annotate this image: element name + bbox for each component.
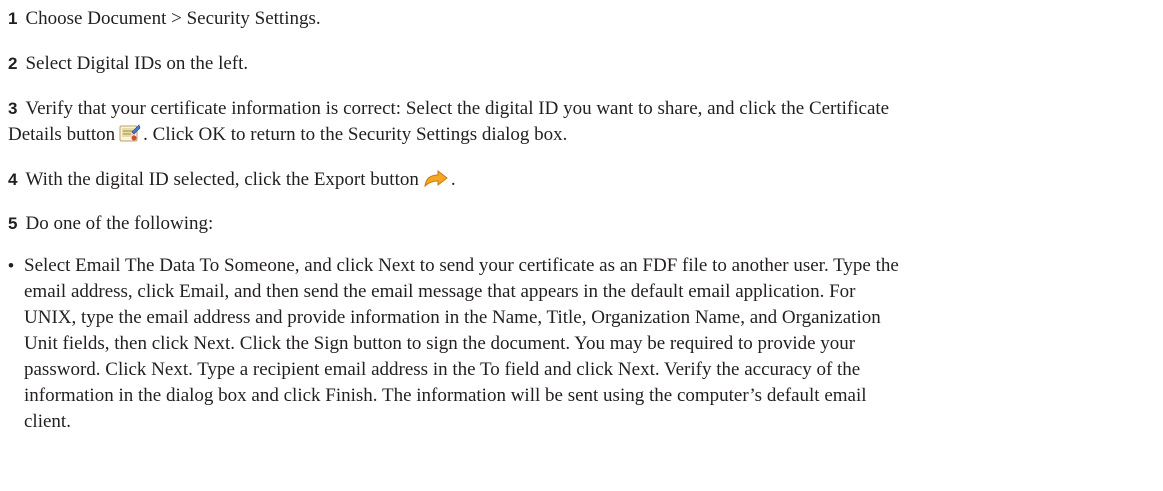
step-number: 3 xyxy=(8,99,18,118)
step-text: With the digital ID selected, click the … xyxy=(25,169,419,190)
bullet-line: Select Email The Data To Someone, and cl… xyxy=(24,255,899,276)
step-3: 3 Verify that your certificate informatio… xyxy=(8,96,889,152)
step-3-line-2: Details button . Click OK to return to th… xyxy=(8,122,889,152)
bullet-line: email address, click Email, and then sen… xyxy=(24,281,856,302)
bullet-line: UNIX, type the email address and provide… xyxy=(24,307,881,328)
step-1: 1 Choose Document > Security Settings. xyxy=(8,6,321,32)
step-number: 4 xyxy=(8,170,18,189)
bullet-line: client. xyxy=(24,411,71,432)
step-text: Do one of the following: xyxy=(25,213,214,234)
step-text: Choose Document > Security Settings. xyxy=(25,8,321,29)
bullet-line: password. Click Next. Type a recipient e… xyxy=(24,359,861,380)
step-5: 5 Do one of the following: xyxy=(8,211,213,237)
step-text: Verify that your certificate information… xyxy=(25,98,890,119)
step-number: 5 xyxy=(8,214,18,233)
certificate-details-icon xyxy=(119,124,141,152)
step-2: 2 Select Digital IDs on the left. xyxy=(8,51,248,77)
bullet-line: Unit fields, then click Next. Click the … xyxy=(24,333,856,354)
bullet-item: • Select Email The Data To Someone, and … xyxy=(8,253,1158,435)
step-number: 1 xyxy=(8,9,18,28)
step-number: 2 xyxy=(8,54,18,73)
step-3-line-1: 3 Verify that your certificate informatio… xyxy=(8,96,889,122)
step-text: . xyxy=(450,169,456,190)
bullet-line: information in the dialog box and click … xyxy=(24,385,867,406)
bullet-symbol: • xyxy=(8,256,14,275)
step-4: 4 With the digital ID selected, click the… xyxy=(8,167,456,197)
step-text: . Click OK to return to the Security Set… xyxy=(143,124,568,145)
step-text: Select Digital IDs on the left. xyxy=(25,53,249,74)
document-page: 1 Choose Document > Security Settings. 2S… xyxy=(0,0,1163,491)
export-arrow-icon xyxy=(423,169,449,197)
step-text: Details button xyxy=(8,124,116,145)
